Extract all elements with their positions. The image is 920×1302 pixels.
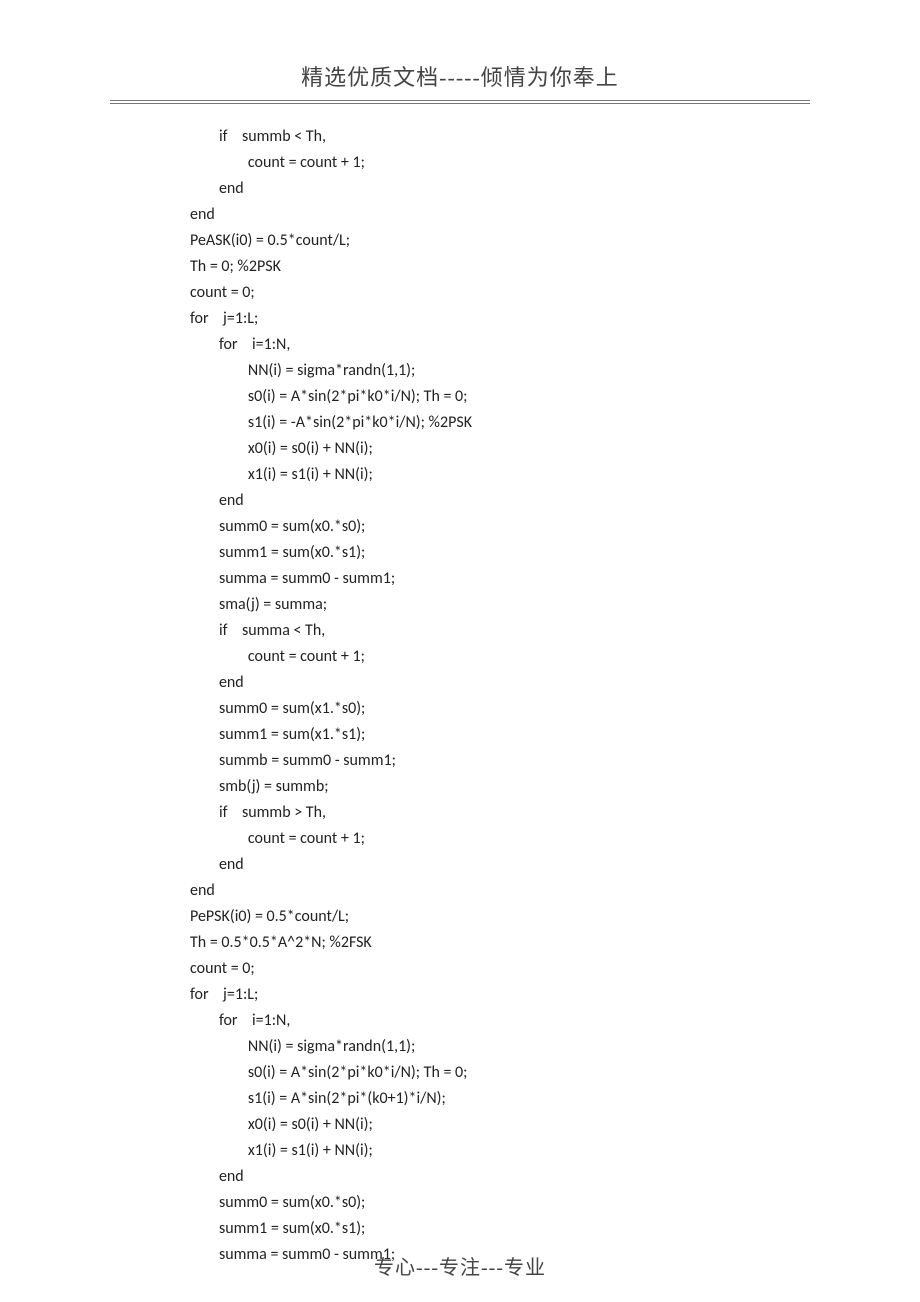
code-content: if summb < Th, count = count + 1; end en… <box>0 104 920 1268</box>
page-header: 精选优质文档-----倾情为你奉上 <box>0 0 920 92</box>
page-footer: 专心---专注---专业 <box>0 1251 920 1280</box>
